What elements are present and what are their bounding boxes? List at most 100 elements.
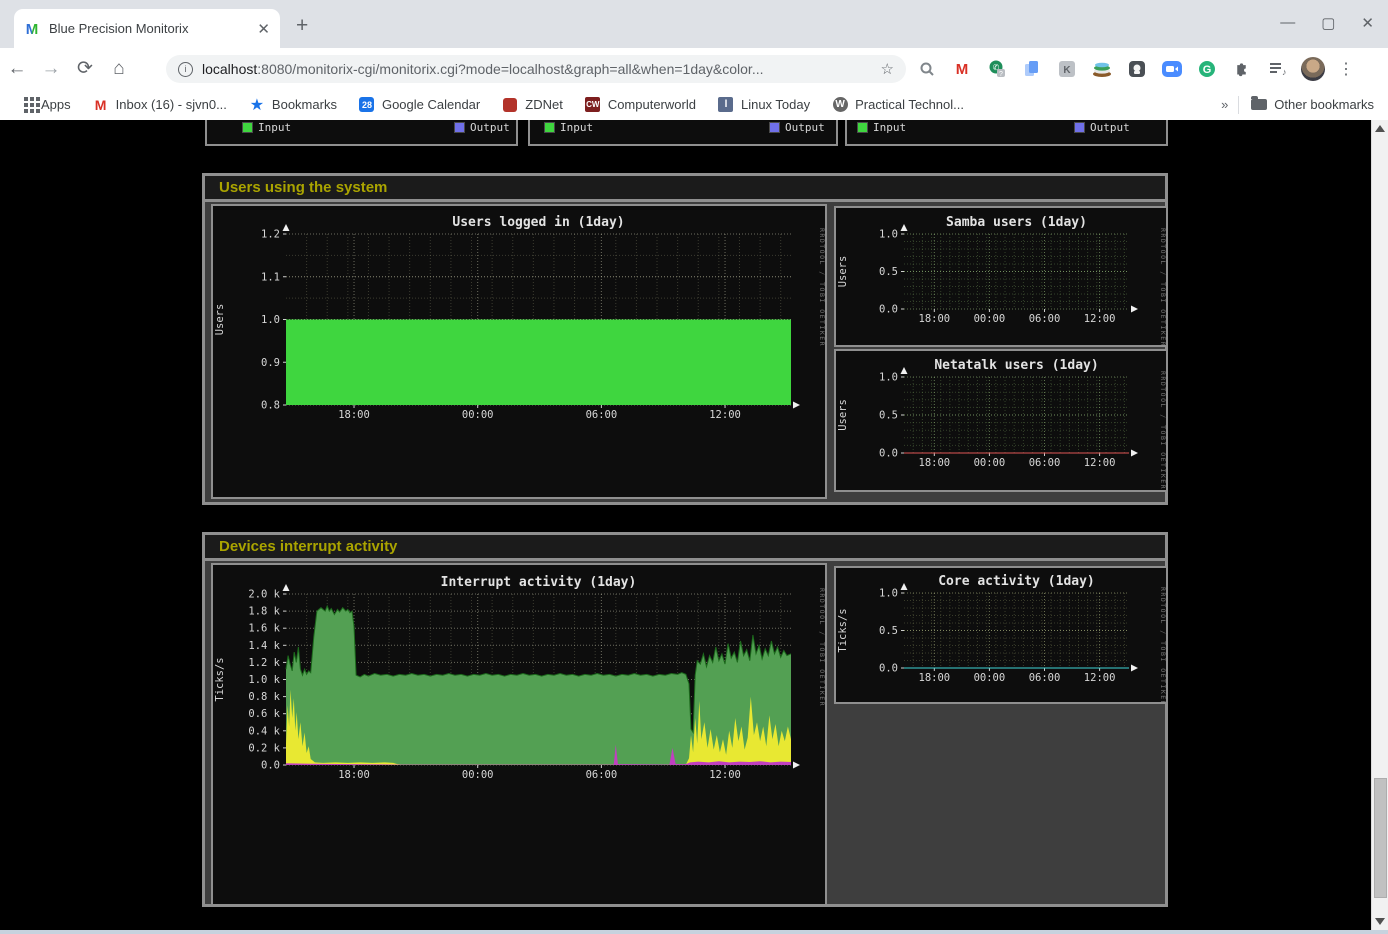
zoom-camera-extension-icon[interactable] [1161, 58, 1183, 80]
calendar-icon: 28 [359, 97, 374, 112]
svg-text:00:00: 00:00 [462, 769, 494, 781]
other-bookmarks[interactable]: Other bookmarks [1251, 97, 1374, 112]
svg-text:0.2 k: 0.2 k [248, 742, 280, 754]
svg-text:0.8: 0.8 [261, 400, 280, 412]
url-bar[interactable]: i localhost:8080/monitorix-cgi/monitorix… [166, 55, 906, 83]
reload-button[interactable]: ⟳ [68, 57, 102, 80]
assistant-extension-icon[interactable] [1126, 58, 1148, 80]
input-swatch [243, 123, 252, 132]
gmail-extension-icon[interactable]: M [951, 58, 973, 80]
bookmark-zdnet[interactable]: ZDNet [502, 97, 563, 113]
interrupt-activity-chart[interactable]: (8)rtc0(9)acpi(14)INT3450:00(16)idma64.0… [211, 563, 827, 906]
netatalk-users-chart[interactable]: NetatalkCurrent: 0 0.00.51.018:0000:0006… [834, 349, 1168, 492]
partial-chart-panel-1[interactable]: Input Output [205, 120, 518, 146]
bookmark-computerworld[interactable]: CWComputerworld [585, 97, 696, 113]
computerworld-icon: CW [585, 97, 600, 112]
page-info-icon[interactable]: i [178, 62, 193, 77]
section-interrupts-header: Devices interrupt activity [205, 535, 1165, 561]
maximize-button[interactable]: ▢ [1321, 14, 1335, 32]
section-users-header: Users using the system [205, 176, 1165, 202]
close-button[interactable]: ✕ [1361, 14, 1374, 32]
browser-tab[interactable]: M Blue Precision Monitorix ✕ [14, 9, 280, 48]
grammarly-extension-icon[interactable]: G [1196, 58, 1218, 80]
minimize-button[interactable]: — [1280, 14, 1295, 32]
page-content: Input Output Input Output Input Output U… [0, 120, 1372, 930]
bookmarks-overflow-icon[interactable]: » [1221, 97, 1226, 112]
svg-text:18:00: 18:00 [338, 769, 370, 781]
forward-button[interactable]: → [34, 58, 68, 80]
section-interrupts: Devices interrupt activity (8)rtc0(9)acp… [202, 532, 1168, 907]
svg-text:06:00: 06:00 [586, 769, 618, 781]
svg-text:06:00: 06:00 [1029, 672, 1061, 684]
bookmark-apps[interactable]: Apps [22, 97, 71, 112]
svg-text:2.0 k: 2.0 k [248, 589, 280, 601]
vertical-scrollbar[interactable] [1371, 120, 1388, 930]
bookmark-practical-technology[interactable]: WPractical Technol... [832, 97, 964, 113]
profile-avatar[interactable] [1301, 57, 1325, 81]
core-activity-chart[interactable]: (0)timer 0.00.51.018:0000:0006:0012:00Co… [834, 566, 1168, 704]
scroll-down-icon[interactable] [1375, 918, 1385, 925]
back-button[interactable]: ← [0, 58, 34, 80]
linux-today-icon: l [718, 97, 733, 112]
phone-extension-icon[interactable]: ✆? [986, 58, 1008, 80]
svg-text:0.0: 0.0 [879, 304, 898, 316]
svg-text:RRDTOOL / TOBI OETIKER: RRDTOOL / TOBI OETIKER [1159, 371, 1166, 490]
bookmark-inbox[interactable]: MInbox (16) - sjvn0... [93, 97, 227, 113]
svg-text:0.5: 0.5 [879, 625, 898, 637]
svg-text:0.5: 0.5 [879, 410, 898, 422]
extensions-puzzle-icon[interactable] [1231, 58, 1253, 80]
svg-text:1.8 k: 1.8 k [248, 606, 280, 618]
output-swatch [770, 123, 779, 132]
svg-text:1.2 k: 1.2 k [248, 657, 280, 669]
svg-text:Users: Users [837, 399, 849, 431]
svg-text:RRDTOOL / TOBI OETIKER: RRDTOOL / TOBI OETIKER [1159, 587, 1166, 702]
bookmark-linux-today[interactable]: lLinux Today [718, 97, 810, 113]
svg-text:12:00: 12:00 [1084, 313, 1116, 325]
svg-text:Samba users (1day): Samba users (1day) [946, 215, 1087, 230]
new-tab-button[interactable]: + [296, 16, 308, 36]
scroll-up-icon[interactable] [1375, 125, 1385, 132]
svg-text:00:00: 00:00 [462, 409, 494, 421]
books-extension-icon[interactable] [1091, 58, 1113, 80]
svg-text:18:00: 18:00 [919, 457, 951, 469]
url-text[interactable]: localhost:8080/monitorix-cgi/monitorix.c… [202, 61, 873, 77]
zdnet-icon [503, 98, 517, 112]
svg-text:1.0: 1.0 [879, 372, 898, 384]
svg-text:Ticks/s: Ticks/s [214, 657, 226, 701]
svg-text:1.1: 1.1 [261, 271, 280, 283]
titlebar: M Blue Precision Monitorix ✕ + — ▢ ✕ [0, 0, 1388, 48]
scrollbar-thumb[interactable] [1374, 778, 1387, 898]
svg-text:♪: ♪ [1282, 67, 1286, 77]
home-button[interactable]: ⌂ [102, 58, 136, 80]
section-title: Users using the system [219, 179, 387, 196]
svg-text:Interrupt activity (1day): Interrupt activity (1day) [441, 575, 637, 590]
tab-close-icon[interactable]: ✕ [257, 20, 270, 38]
svg-text:0.0: 0.0 [261, 760, 280, 772]
svg-text:1.0: 1.0 [879, 588, 898, 600]
section-title: Devices interrupt activity [219, 538, 397, 555]
bookmark-bookmarks[interactable]: ★Bookmarks [249, 97, 337, 113]
svg-text:?: ? [999, 71, 1003, 78]
playlist-extension-icon[interactable]: ♪ [1266, 58, 1288, 80]
copy-pages-extension-icon[interactable] [1021, 58, 1043, 80]
svg-text:1.2: 1.2 [261, 229, 280, 241]
svg-text:0.0: 0.0 [879, 448, 898, 460]
search-extension-icon[interactable] [916, 58, 938, 80]
chrome-menu-icon[interactable]: ⋮ [1338, 59, 1354, 79]
svg-text:00:00: 00:00 [974, 313, 1006, 325]
samba-users-chart[interactable]: SambaCurrent: -nan 0.00.51.018:0000:0006… [834, 206, 1168, 347]
svg-text:Core activity (1day): Core activity (1day) [938, 574, 1095, 589]
k-extension-icon[interactable]: K [1056, 58, 1078, 80]
svg-text:0.6 k: 0.6 k [248, 708, 280, 720]
svg-text:Users logged in (1day): Users logged in (1day) [452, 215, 624, 230]
svg-text:18:00: 18:00 [919, 672, 951, 684]
svg-text:1.6 k: 1.6 k [248, 623, 280, 635]
bookmark-star-icon[interactable]: ☆ [881, 60, 894, 78]
bookmark-google-calendar[interactable]: 28Google Calendar [359, 97, 480, 113]
partial-chart-panel-2[interactable]: Input Output [528, 120, 838, 146]
users-logged-in-chart[interactable]: Logged In Current: 1 Average: 1 Min: 1 M… [211, 204, 827, 499]
output-swatch [455, 123, 464, 132]
svg-text:12:00: 12:00 [709, 769, 741, 781]
svg-text:Ticks/s: Ticks/s [837, 608, 849, 652]
partial-chart-panel-3[interactable]: Input Output [845, 120, 1168, 146]
